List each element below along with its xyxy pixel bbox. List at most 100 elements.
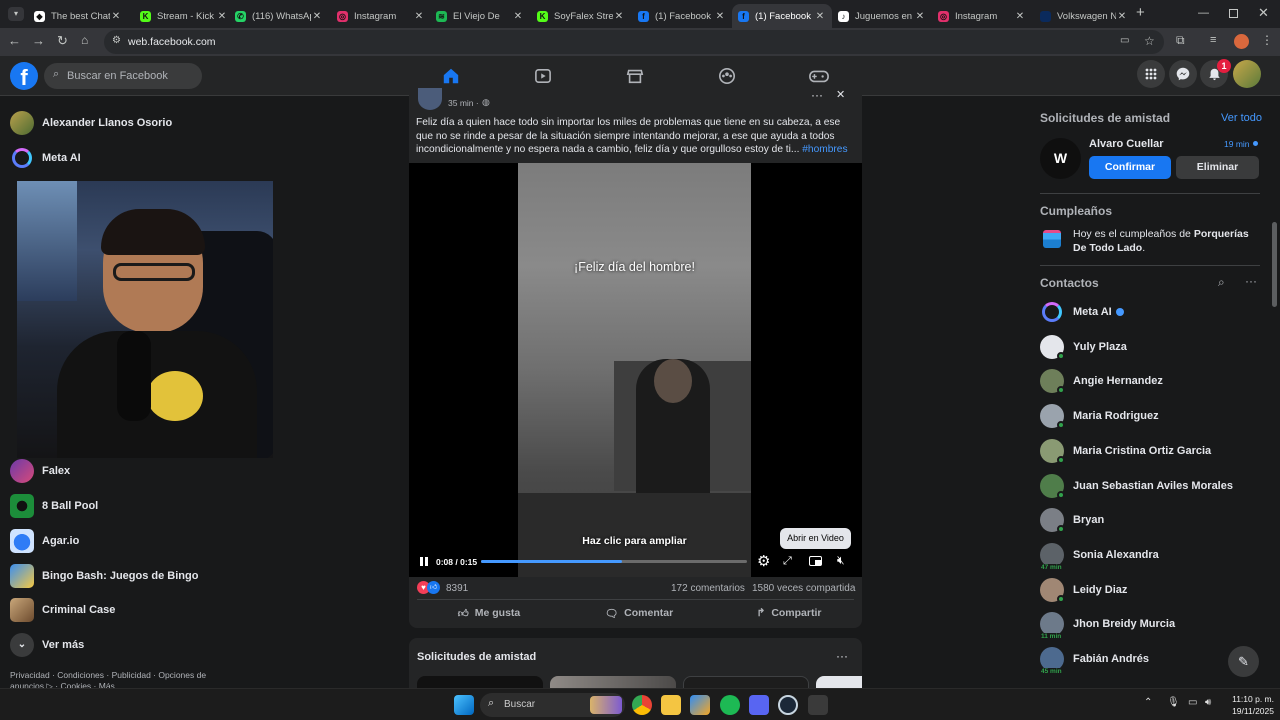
profile-avatar[interactable] bbox=[1234, 34, 1249, 49]
bookmark-star-icon[interactable]: ☆ bbox=[1144, 34, 1155, 48]
open-in-video-icon[interactable] bbox=[809, 556, 822, 566]
restore-icon[interactable] bbox=[1229, 9, 1238, 18]
browser-tab[interactable]: ◆ The best Chat ✕ bbox=[28, 4, 128, 28]
tab-search-icon[interactable]: ▾ bbox=[8, 7, 24, 21]
browser-tab[interactable]: ◎ Instagram ✕ bbox=[932, 4, 1032, 28]
chrome-icon[interactable] bbox=[632, 695, 652, 715]
browser-tab[interactable]: f (1) Facebook ✕ bbox=[732, 4, 832, 28]
browser-menu-icon[interactable]: ⋮ bbox=[1261, 33, 1273, 47]
see-all-link[interactable]: Ver todo bbox=[1221, 112, 1262, 124]
contact-item[interactable]: Leidy Diaz bbox=[1040, 577, 1127, 603]
left-nav-shortcut[interactable]: Falex bbox=[10, 459, 70, 483]
tab-close-icon[interactable]: ✕ bbox=[914, 11, 926, 22]
left-nav-shortcut[interactable]: Criminal Case bbox=[10, 598, 115, 622]
minimize-icon[interactable]: — bbox=[1198, 7, 1209, 19]
card-options-icon[interactable]: ··· bbox=[836, 649, 848, 663]
post-time[interactable]: 35 min · bbox=[448, 98, 479, 108]
home-icon[interactable]: ⌂ bbox=[81, 33, 88, 47]
file-explorer-icon[interactable] bbox=[661, 695, 681, 715]
contact-item[interactable]: 47 min Sonia Alexandra bbox=[1040, 542, 1159, 571]
contacts-options-icon[interactable]: ··· bbox=[1245, 274, 1257, 288]
post-hashtag[interactable]: #hombres bbox=[802, 144, 847, 155]
messenger-button[interactable] bbox=[1169, 60, 1197, 88]
birthday-text[interactable]: Hoy es el cumpleaños de Porquerías De To… bbox=[1073, 228, 1258, 255]
tab-close-icon[interactable]: ✕ bbox=[311, 11, 323, 22]
facebook-logo-icon[interactable]: f bbox=[10, 62, 38, 90]
contact-item[interactable]: Maria Cristina Ortiz Garcia bbox=[1040, 438, 1211, 464]
new-tab-button[interactable]: + bbox=[1136, 4, 1145, 21]
left-nav-shortcut[interactable]: Agar.io bbox=[10, 529, 79, 553]
windows-start-icon[interactable] bbox=[454, 695, 474, 715]
contact-item[interactable]: Meta AI bbox=[1040, 300, 1124, 324]
extensions-icon[interactable]: ⧉ bbox=[1176, 33, 1185, 48]
cast-icon[interactable]: ▭ bbox=[1120, 35, 1129, 46]
fullscreen-icon[interactable]: ⤢ bbox=[783, 555, 792, 568]
tab-close-icon[interactable]: ✕ bbox=[714, 11, 726, 22]
close-window-icon[interactable]: ✕ bbox=[1258, 5, 1269, 21]
share-button[interactable]: ↱ Compartir bbox=[739, 602, 839, 624]
post-author-avatar[interactable] bbox=[418, 88, 442, 110]
spotify-icon[interactable] bbox=[720, 695, 740, 715]
calculator-icon[interactable] bbox=[808, 695, 828, 715]
site-info-icon[interactable]: ⚙ bbox=[112, 35, 121, 46]
share-count[interactable]: 1580 veces compartida bbox=[752, 583, 855, 594]
tab-close-icon[interactable]: ✕ bbox=[1116, 11, 1128, 22]
contact-item[interactable]: 45 min Fabián Andrés bbox=[1040, 647, 1149, 675]
account-avatar[interactable] bbox=[1233, 60, 1261, 88]
video-player[interactable]: ¡Feliz día del hombre! Haz clic para amp… bbox=[409, 163, 862, 577]
reaction-icons[interactable]: ♥ 👍︎ bbox=[417, 581, 443, 595]
menu-grid-button[interactable] bbox=[1137, 60, 1165, 88]
tab-close-icon[interactable]: ✕ bbox=[413, 11, 425, 22]
volume-icon[interactable]: 🔊︎ bbox=[1205, 697, 1211, 708]
taskbar-search-box[interactable]: ⌕ Buscar bbox=[480, 693, 625, 717]
comment-count[interactable]: 172 comentarios bbox=[671, 583, 745, 594]
confirm-button[interactable]: Confirmar bbox=[1089, 156, 1171, 179]
back-icon[interactable]: ← bbox=[8, 33, 21, 48]
steam-icon[interactable] bbox=[778, 695, 798, 715]
browser-tab[interactable]: ✆ (116) WhatsApp✕ bbox=[229, 4, 329, 28]
reload-icon[interactable]: ↻ bbox=[57, 33, 68, 49]
browser-tab[interactable]: ◎ Instagram ✕ bbox=[331, 4, 431, 28]
hide-post-icon[interactable]: ✕ bbox=[836, 88, 845, 101]
microphone-icon[interactable]: 🎙︎ bbox=[1167, 697, 1180, 708]
forward-icon[interactable]: → bbox=[32, 33, 45, 48]
post-options-icon[interactable]: ··· bbox=[811, 88, 823, 102]
new-message-button[interactable]: ✎ bbox=[1228, 646, 1259, 677]
see-more-button[interactable]: ⌄ Ver más bbox=[10, 633, 84, 657]
browser-tab[interactable]: K SoyFalex Strea ✕ bbox=[531, 4, 631, 28]
tab-close-icon[interactable]: ✕ bbox=[1014, 11, 1026, 22]
mute-icon[interactable]: 🔇︎ bbox=[837, 553, 845, 568]
comment-button[interactable]: 🗨︎ Comentar bbox=[589, 602, 689, 624]
contact-item[interactable]: Angie Hernandez bbox=[1040, 369, 1163, 395]
video-progress-track[interactable] bbox=[481, 560, 747, 563]
left-nav-shortcut[interactable]: 8 Ball Pool bbox=[10, 494, 98, 518]
left-nav-meta-ai[interactable]: Meta AI bbox=[10, 146, 81, 170]
settings-gear-icon[interactable]: ⚙ bbox=[757, 552, 770, 570]
address-bar[interactable]: ⚙ web.facebook.com ▭ ☆ bbox=[104, 30, 1164, 54]
contact-item[interactable]: Maria Rodriguez bbox=[1040, 404, 1159, 430]
system-clock[interactable]: 11:10 p. m. 19/11/2025 bbox=[1222, 693, 1274, 717]
contact-item[interactable]: Bryan bbox=[1040, 508, 1104, 534]
delete-button[interactable]: Eliminar bbox=[1176, 156, 1259, 179]
tab-close-icon[interactable]: ✕ bbox=[512, 11, 524, 22]
browser-tab[interactable]: f (1) Facebook ✕ bbox=[632, 4, 732, 28]
browser-tab[interactable]: K Stream - Kick S✕ bbox=[134, 4, 234, 28]
browser-tab[interactable]: ≋ El Viejo De ✕ bbox=[430, 4, 530, 28]
like-button[interactable]: 👍︎ Me gusta bbox=[439, 602, 539, 624]
left-nav-profile[interactable]: Alexander Llanos Osorio bbox=[10, 111, 172, 135]
tray-chevron-icon[interactable]: ⌃ bbox=[1144, 697, 1152, 708]
pause-icon[interactable] bbox=[420, 557, 428, 566]
reaction-count[interactable]: 8391 bbox=[446, 583, 468, 594]
browser-tab[interactable]: ♪ Juguemos en e ✕ bbox=[832, 4, 932, 28]
reading-list-icon[interactable]: ≡ bbox=[1210, 34, 1216, 46]
tab-close-icon[interactable]: ✕ bbox=[216, 11, 228, 22]
store-icon[interactable] bbox=[690, 695, 710, 715]
contact-item[interactable]: Yuly Plaza bbox=[1040, 334, 1127, 360]
network-icon[interactable]: ▭ bbox=[1188, 697, 1197, 708]
left-nav-shortcut[interactable]: Bingo Bash: Juegos de Bingo bbox=[10, 564, 198, 588]
contact-item[interactable]: 11 min Jhon Breidy Murcia bbox=[1040, 612, 1175, 641]
requester-avatar[interactable]: W bbox=[1040, 138, 1081, 179]
tab-close-icon[interactable]: ✕ bbox=[814, 11, 826, 22]
tab-close-icon[interactable]: ✕ bbox=[613, 11, 625, 22]
search-box[interactable]: ⌕ Buscar en Facebook bbox=[44, 63, 202, 89]
